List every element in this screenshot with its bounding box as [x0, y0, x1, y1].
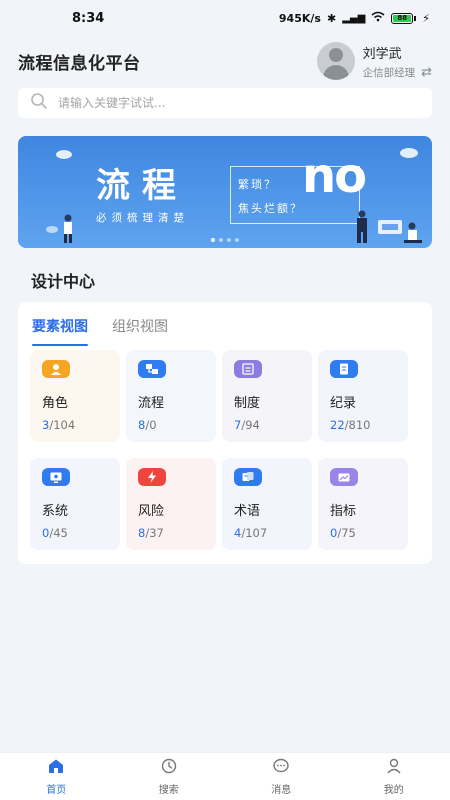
carousel-dot[interactable] [227, 238, 231, 242]
app-header: 流程信息化平台 刘学武 企信部经理 ⇄ [0, 36, 450, 86]
user-icon [42, 360, 70, 378]
nav-home[interactable]: 首页 [0, 753, 113, 800]
card-count: 4/107 [234, 526, 268, 540]
card-term[interactable]: 术语 4/107 [222, 458, 312, 550]
indicator-icon [330, 468, 358, 486]
system-icon [42, 468, 70, 486]
risk-icon [138, 468, 166, 486]
banner-line-1: 繁琐？ [238, 178, 277, 191]
card-system[interactable]: 系统 0/45 [30, 458, 120, 550]
search-bar[interactable] [18, 88, 432, 118]
person-illustration [357, 210, 367, 243]
banner-logo-text: no [302, 148, 367, 204]
card-policy[interactable]: 制度 7/94 [222, 350, 312, 442]
status-bar: 8:34 945K/s ✱ ▂▄▆ 88 ⚡ [0, 0, 450, 36]
tab-element-view[interactable]: 要素视图 [32, 316, 88, 346]
banner-subtitle: 必须梳理清楚 [96, 212, 189, 224]
search-nav-icon [160, 758, 178, 778]
card-count: 3/104 [42, 418, 76, 432]
card-indicator[interactable]: 指标 0/75 [318, 458, 408, 550]
section-title: 设计中心 [31, 272, 96, 291]
term-icon [234, 468, 262, 486]
card-label: 纪录 [330, 396, 357, 411]
card-label: 系统 [42, 504, 69, 519]
design-center-panel: 要素视图 组织视图 角色 3/104 流程 8/0 制度 7/94 纪录 22/… [18, 302, 432, 564]
message-icon [272, 758, 290, 778]
card-risk[interactable]: 风险 8/37 [126, 458, 216, 550]
nav-messages[interactable]: 消息 [225, 753, 338, 800]
nav-profile[interactable]: 我的 [338, 753, 450, 800]
bottom-navigation: 首页 搜索 消息 我的 [0, 752, 450, 800]
record-icon [330, 360, 358, 378]
battery-icon: 88 [391, 12, 417, 24]
card-count: 22/810 [330, 418, 371, 432]
status-icons: 945K/s ✱ ▂▄▆ 88 ⚡ [279, 11, 430, 25]
person-illustration [64, 214, 72, 243]
network-speed: 945K/s [278, 11, 321, 25]
desk-illustration [378, 220, 422, 243]
card-count: 0/45 [42, 526, 68, 540]
nav-label: 搜索 [158, 784, 179, 796]
user-role: 企信部经理 [362, 66, 416, 79]
status-time: 8:34 [72, 10, 105, 26]
nav-label: 首页 [46, 784, 67, 796]
element-grid: 角色 3/104 流程 8/0 制度 7/94 纪录 22/810 系统 0/4… [30, 350, 420, 550]
policy-icon [234, 360, 262, 378]
view-tabs: 要素视图 组织视图 [30, 316, 420, 346]
card-record[interactable]: 纪录 22/810 [318, 350, 408, 442]
search-input[interactable] [58, 96, 420, 110]
card-label: 指标 [330, 504, 357, 519]
carousel-indicator[interactable] [211, 238, 239, 242]
switch-role-icon[interactable]: ⇄ [421, 65, 432, 80]
charging-icon: ⚡ [422, 11, 430, 25]
user-info: 刘学武 企信部经理 ⇄ [363, 43, 432, 80]
card-label: 流程 [138, 396, 165, 411]
card-count: 8/0 [138, 418, 157, 432]
nav-search[interactable]: 搜索 [113, 753, 226, 800]
card-label: 风险 [138, 504, 165, 519]
nav-label: 消息 [271, 784, 292, 796]
promo-banner[interactable]: 流程 必须梳理清楚 繁琐？ 焦头烂额？ no [18, 136, 432, 248]
cloud-decoration [46, 226, 58, 233]
banner-title: 流程 [96, 166, 188, 206]
nav-label: 我的 [383, 784, 404, 796]
carousel-dot[interactable] [219, 238, 223, 242]
app-title: 流程信息化平台 [18, 53, 141, 74]
wifi-icon [371, 11, 385, 25]
card-label: 术语 [234, 504, 261, 519]
carousel-dot[interactable] [235, 238, 239, 242]
tab-organization-view[interactable]: 组织视图 [112, 316, 168, 346]
card-count: 7/94 [234, 418, 260, 432]
avatar[interactable] [316, 42, 355, 80]
card-label: 角色 [42, 396, 69, 411]
bluetooth-icon: ✱ [326, 11, 337, 25]
user-name: 刘学武 [362, 46, 402, 62]
card-process[interactable]: 流程 8/0 [126, 350, 216, 442]
card-role[interactable]: 角色 3/104 [30, 350, 120, 442]
profile-icon [385, 758, 403, 778]
hd-signal-icon: ▂▄▆ [342, 12, 366, 24]
search-icon [30, 92, 48, 114]
home-icon [47, 758, 65, 778]
cloud-decoration [400, 148, 418, 158]
user-profile[interactable]: 刘学武 企信部经理 ⇄ [316, 42, 432, 80]
card-count: 0/75 [330, 526, 356, 540]
flow-icon [138, 360, 166, 378]
card-count: 8/37 [138, 526, 164, 540]
cloud-decoration [56, 150, 72, 159]
banner-line-2: 焦头烂额？ [238, 202, 303, 215]
card-label: 制度 [234, 396, 261, 411]
carousel-dot[interactable] [211, 238, 215, 242]
